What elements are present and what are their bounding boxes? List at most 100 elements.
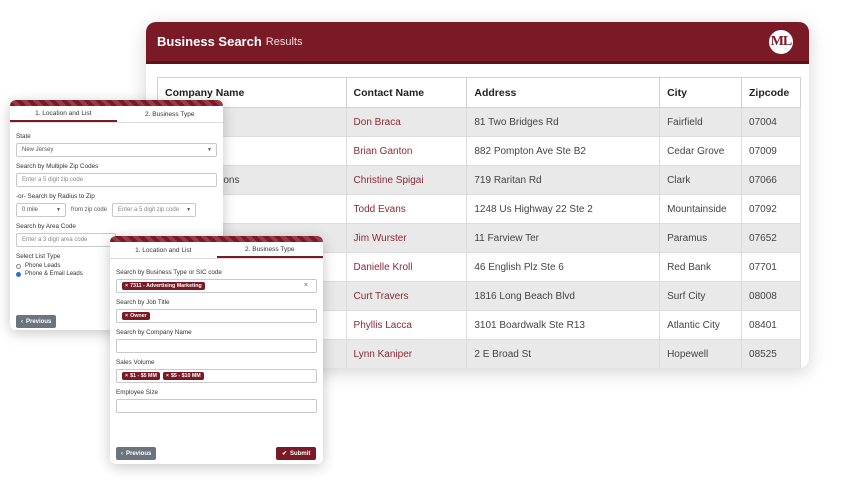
cell-city: Fairfield [659, 107, 743, 137]
cell-contact: Brian Ganton [345, 136, 468, 166]
cell-city: Clark [659, 165, 743, 195]
business-previous-button[interactable]: ‹ Previous [116, 447, 157, 460]
cell-address: 3101 Boardwalk Ste R13 [466, 310, 661, 340]
radius-value: 0 mile [22, 207, 39, 213]
cell-address: 11 Farview Ter [466, 223, 661, 253]
cell-zipcode: 08525 [741, 339, 801, 368]
company-name-label: Search by Company Name [116, 329, 192, 336]
tab-business-type[interactable]: 2. Business Type [116, 106, 223, 122]
sales-volume-tag-label: $1 - $5 MM [130, 373, 157, 379]
cell-city: Atlantic City [659, 310, 743, 340]
sales-volume-tag-label: $5 - $10 MM [170, 373, 201, 379]
column-header-city[interactable]: City [659, 77, 743, 108]
sales-volume-tag[interactable]: × $5 - $10 MM [162, 372, 204, 380]
radius-row: 0 mile ▼ from zip code Enter a 5 digit z… [16, 203, 217, 217]
cell-zipcode: 07004 [741, 107, 801, 137]
cell-city: Paramus [659, 223, 743, 253]
tab-location-and-list[interactable]: 1. Location and List [10, 106, 117, 122]
column-header-zipcode[interactable]: Zipcode [741, 77, 801, 108]
location-previous-button[interactable]: ‹ Previous [16, 315, 57, 328]
cell-contact: Danielle Kroll [345, 252, 468, 282]
company-name-input[interactable] [116, 339, 317, 353]
table-row[interactable]: AdvertisingDon Braca81 Two Bridges RdFai… [157, 107, 801, 137]
zip-codes-placeholder: Enter a 5 digit zip code [22, 177, 84, 183]
cell-contact: Curt Travers [345, 281, 468, 311]
table-row[interactable]: on & AssocBrian Ganton882 Pompton Ave St… [157, 136, 801, 166]
employee-size-label: Employee Size [116, 389, 158, 396]
tab-business-type[interactable]: 2. Business Type [216, 242, 323, 258]
table-row[interactable]: CommunicationsChristine Spigai719 Rarita… [157, 165, 801, 195]
cell-zipcode: 08008 [741, 281, 801, 311]
sales-volume-label: Sales Volume [116, 359, 155, 366]
business-type-input[interactable]: × 7311 - Advertising Marketing × [116, 279, 317, 293]
clear-icon[interactable]: × [304, 282, 308, 289]
radius-zip-input[interactable]: Enter a 5 digit zip code ▼ [112, 203, 197, 217]
submit-button[interactable]: ✔ Submit [276, 447, 317, 460]
cell-address: 1248 Us Highway 22 Ste 2 [466, 194, 661, 224]
business-panel-tabs: 1. Location and List 2. Business Type [110, 242, 323, 259]
remove-tag-icon[interactable]: × [125, 313, 128, 319]
caret-down-icon: ▼ [207, 147, 212, 153]
cell-contact: Don Braca [345, 107, 468, 137]
stage: Business Search Results ML Company Name … [0, 0, 849, 501]
column-header-address[interactable]: Address [466, 77, 661, 108]
cell-zipcode: 07009 [741, 136, 801, 166]
state-label: State [16, 133, 31, 140]
state-value: New Jersey [22, 147, 54, 153]
cell-address: 46 English Plz Ste 6 [466, 252, 661, 282]
job-title-tag-label: Owner [130, 313, 147, 319]
radio-unchecked-icon [16, 263, 21, 269]
business-type-panel: 1. Location and List 2. Business Type Se… [110, 236, 323, 464]
business-type-tag[interactable]: × 7311 - Advertising Marketing [122, 282, 205, 290]
job-title-input[interactable]: × Owner [116, 309, 317, 323]
business-form: Search by Business Type or SIC code × 731… [110, 259, 323, 419]
cell-contact: Todd Evans [345, 194, 468, 224]
radio-checked-icon [16, 271, 21, 277]
area-code-label: Search by Area Code [16, 223, 76, 230]
state-select[interactable]: New Jersey ▼ [16, 143, 217, 157]
job-title-tag[interactable]: × Owner [122, 312, 150, 320]
remove-tag-icon[interactable]: × [125, 373, 128, 379]
table-header-row: Company Name Contact Name Address City Z… [157, 77, 801, 108]
cell-contact: Jim Wurster [345, 223, 468, 253]
company-logo: ML [767, 28, 795, 56]
sales-volume-input[interactable]: × $1 - $5 MM × $5 - $10 MM [116, 369, 317, 383]
radius-label: -or- Search by Radius to Zip [16, 193, 95, 200]
radius-zip-placeholder: Enter a 5 digit zip code [118, 207, 180, 213]
cell-zipcode: 07066 [741, 165, 801, 195]
cell-zipcode: 07092 [741, 194, 801, 224]
caret-down-icon: ▼ [186, 207, 192, 213]
cell-zipcode: 07652 [741, 223, 801, 253]
radius-select[interactable]: 0 mile ▼ [16, 203, 66, 217]
column-header-contact[interactable]: Contact Name [345, 77, 468, 108]
cell-zipcode: 07701 [741, 252, 801, 282]
remove-tag-icon[interactable]: × [166, 373, 169, 379]
chevron-left-icon: ‹ [21, 318, 23, 325]
cell-address: 719 Raritan Rd [466, 165, 661, 195]
caret-down-icon: ▼ [56, 207, 61, 213]
cell-city: Surf City [659, 281, 743, 311]
sales-volume-tag[interactable]: × $1 - $5 MM [122, 372, 160, 380]
previous-label: Previous [126, 450, 152, 457]
remove-tag-icon[interactable]: × [125, 283, 128, 289]
cell-city: Mountainside [659, 194, 743, 224]
radio-phone-email-leads-label: Phone & Email Leads [25, 271, 83, 277]
table-row[interactable]: dia CoTodd Evans1248 Us Highway 22 Ste 2… [157, 194, 801, 224]
cell-city: Red Bank [659, 252, 743, 282]
area-code-input[interactable]: Enter a 3 digit area code [16, 233, 116, 247]
employee-size-input[interactable] [116, 399, 317, 413]
cell-contact: Lynn Kaniper [345, 339, 468, 368]
cell-city: Hopewell [659, 339, 743, 368]
results-subtitle: Results [265, 35, 303, 48]
tab-location-and-list[interactable]: 1. Location and List [110, 242, 217, 258]
cell-city: Cedar Grove [659, 136, 743, 166]
cell-address: 882 Pompton Ave Ste B2 [466, 136, 661, 166]
cell-address: 2 E Broad St [466, 339, 661, 368]
zip-codes-input[interactable]: Enter a 5 digit zip code [16, 173, 217, 187]
cell-address: 81 Two Bridges Rd [466, 107, 661, 137]
cell-zipcode: 08401 [741, 310, 801, 340]
business-type-tag-label: 7311 - Advertising Marketing [130, 283, 202, 289]
location-panel-tabs: 1. Location and List 2. Business Type [10, 106, 223, 123]
results-header: Business Search Results ML [146, 22, 809, 64]
radio-phone-leads-label: Phone Leads [25, 263, 61, 269]
